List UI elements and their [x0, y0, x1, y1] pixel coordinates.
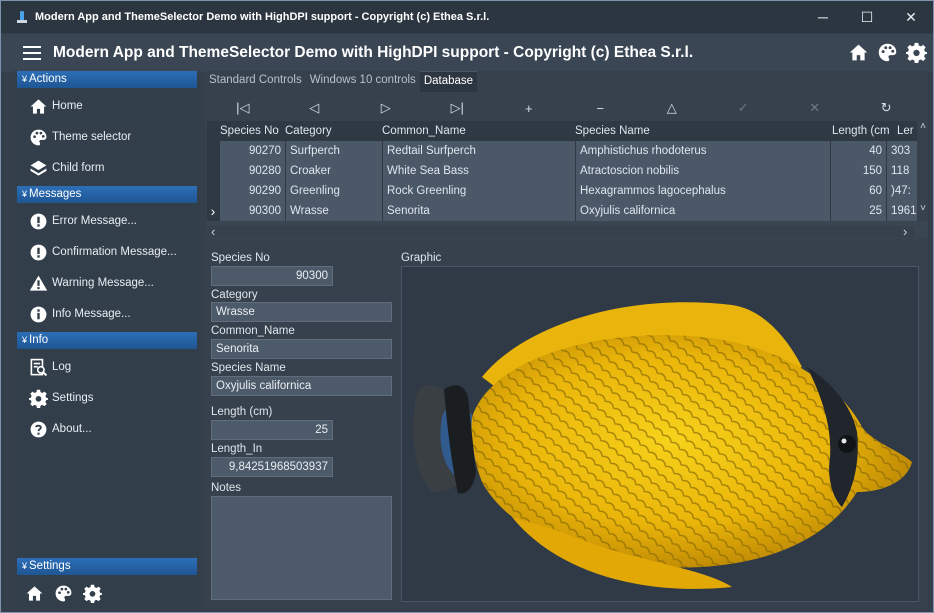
nav-last-button[interactable]: ▷| — [422, 97, 494, 119]
home-icon[interactable] — [25, 584, 44, 603]
length-cm-field[interactable]: 25 — [211, 420, 333, 440]
nav-next-button[interactable]: ▷ — [350, 97, 422, 119]
length-in-label: Length_In — [211, 443, 263, 455]
scroll-left-icon[interactable]: ‹ — [211, 224, 215, 239]
scroll-up-icon[interactable]: ˄ — [918, 121, 928, 132]
warning-icon — [29, 275, 48, 291]
sidebar-item-about[interactable]: About... — [29, 418, 92, 440]
tab-database[interactable]: Database — [419, 71, 478, 92]
palette-icon[interactable] — [877, 42, 898, 63]
error-icon — [30, 213, 47, 229]
fish-eye — [838, 435, 856, 453]
length-cm-label: Length (cm) — [211, 406, 273, 418]
home-icon — [30, 98, 47, 114]
sidebar-item-warning-message[interactable]: Warning Message... — [29, 272, 154, 294]
table-row[interactable]: 90270 Surfperch Redtail Surfperch Amphis… — [207, 141, 917, 161]
info-icon — [30, 306, 47, 322]
log-icon — [30, 358, 48, 376]
table-row[interactable]: 90280 Croaker White Sea Bass Atractoscio… — [207, 161, 917, 181]
vertical-scrollbar[interactable]: ˄ ˅ — [917, 121, 928, 221]
graphic-label: Graphic — [401, 252, 442, 264]
tab-standard-controls[interactable]: Standard Controls — [205, 71, 306, 92]
length-in-field[interactable]: 9,84251968503937 — [211, 457, 333, 477]
sidebar-item-error-message[interactable]: Error Message... — [29, 210, 137, 232]
nav-refresh-button[interactable]: ↻ — [851, 97, 923, 119]
sidebar-item-theme-selector[interactable]: Theme selector — [29, 126, 131, 148]
nav-delete-button[interactable]: − — [565, 97, 637, 119]
nav-edit-button[interactable]: △ — [636, 97, 708, 119]
fish-image — [413, 302, 912, 589]
palette-icon — [30, 129, 47, 145]
app-window: Modern App and ThemeSelector Demo with H… — [0, 0, 934, 613]
question-icon — [30, 244, 47, 260]
category-field[interactable]: Wrasse — [211, 302, 392, 322]
species-name-label: Species Name — [211, 362, 286, 374]
sidebar-group-actions[interactable]: ¥ Actions — [17, 71, 197, 88]
scroll-down-icon[interactable]: ˅ — [918, 203, 928, 214]
sidebar-item-child-form[interactable]: Child form — [29, 157, 104, 179]
species-name-field[interactable]: Oxyjulis californica — [211, 376, 392, 396]
common-name-field[interactable]: Senorita — [211, 339, 392, 359]
sidebar-item-home[interactable]: Home — [29, 95, 83, 117]
main-panel: Standard Controls Windows 10 controls Da… — [205, 71, 928, 608]
current-row-marker: › — [207, 201, 219, 221]
gear-icon — [29, 389, 48, 408]
column-header[interactable]: Category — [285, 121, 377, 141]
species-no-field[interactable]: 90300 — [211, 266, 333, 286]
sidebar: ¥ Actions Home Theme selector Child form … — [13, 71, 199, 608]
scroll-right-icon[interactable]: › — [903, 224, 907, 239]
record-form: Species No 90300 Category Wrasse Common_… — [205, 241, 928, 608]
sidebar-group-messages[interactable]: ¥ Messages — [17, 186, 197, 203]
notes-label: Notes — [211, 482, 242, 494]
sidebar-item-confirmation-message[interactable]: Confirmation Message... — [29, 241, 177, 263]
notes-field[interactable] — [211, 496, 392, 600]
hamburger-menu-icon[interactable] — [23, 46, 43, 60]
common-name-label: Common_Name — [211, 325, 295, 337]
gear-icon[interactable] — [83, 584, 102, 603]
column-header[interactable]: Common_Name — [382, 121, 572, 141]
db-navigator: |◁ ◁ ▷ ▷| + − △ ✓ ✕ ↻ — [207, 97, 922, 119]
column-header[interactable]: Length (cm — [832, 121, 896, 141]
home-icon[interactable] — [848, 42, 869, 63]
nav-first-button[interactable]: |◁ — [207, 97, 279, 119]
row-indicator — [207, 141, 219, 161]
grid-header: Species No Category Common_Name Species … — [207, 121, 928, 141]
nav-post-button[interactable]: ✓ — [708, 97, 780, 119]
window-title: Modern App and ThemeSelector Demo with H… — [35, 11, 490, 23]
sidebar-item-settings[interactable]: Settings — [29, 387, 94, 409]
horizontal-scrollbar[interactable]: ‹ › — [207, 224, 915, 239]
app-header: Modern App and ThemeSelector Demo with H… — [1, 34, 933, 72]
gear-icon[interactable] — [906, 42, 927, 63]
column-header[interactable]: Species No — [220, 121, 284, 141]
sidebar-group-info[interactable]: ¥ Info — [17, 332, 197, 349]
nav-prior-button[interactable]: ◁ — [279, 97, 351, 119]
minimize-button[interactable]: ─ — [801, 1, 845, 33]
graphic-image — [401, 266, 919, 602]
header-caption: Modern App and ThemeSelector Demo with H… — [53, 44, 694, 61]
palette-icon[interactable] — [54, 584, 73, 603]
category-label: Category — [211, 289, 258, 301]
table-row-selected[interactable]: › 90300 Wrasse Senorita Oxyjulis califor… — [207, 201, 917, 221]
title-bar[interactable]: Modern App and ThemeSelector Demo with H… — [1, 1, 933, 33]
column-header[interactable]: Species Name — [575, 121, 825, 141]
nav-cancel-button[interactable]: ✕ — [779, 97, 851, 119]
layers-icon — [30, 160, 47, 176]
species-no-label: Species No — [211, 252, 270, 264]
sidebar-item-info-message[interactable]: Info Message... — [29, 303, 131, 325]
row-indicator — [207, 181, 219, 201]
sidebar-item-log[interactable]: Log — [29, 356, 71, 378]
help-icon — [30, 421, 47, 437]
tab-windows-10-controls[interactable]: Windows 10 controls — [306, 71, 420, 92]
table-row[interactable]: 90290 Greenling Rock Greenling Hexagramm… — [207, 181, 917, 201]
row-indicator — [207, 161, 219, 181]
data-grid[interactable]: Species No Category Common_Name Species … — [207, 121, 928, 239]
nav-insert-button[interactable]: + — [493, 97, 565, 119]
maximize-button[interactable]: ☐ — [845, 1, 889, 33]
column-header[interactable]: Ler — [897, 121, 916, 141]
app-icon — [17, 10, 27, 24]
close-button[interactable]: ✕ — [889, 1, 933, 33]
sidebar-group-settings[interactable]: ¥ Settings — [17, 558, 197, 575]
